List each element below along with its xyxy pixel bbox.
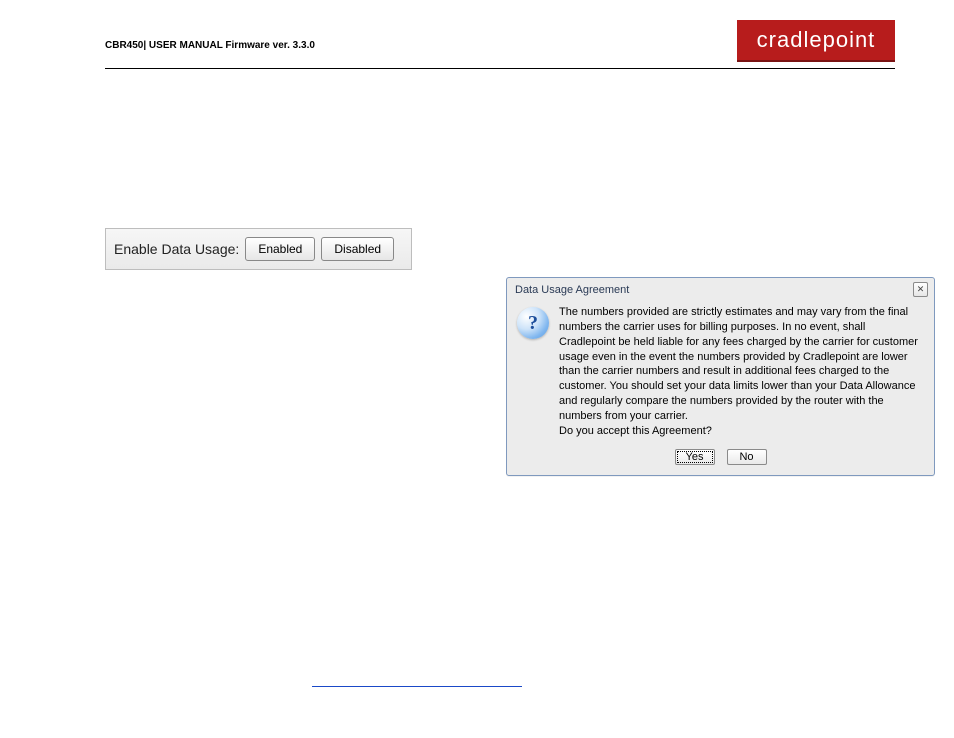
header-divider [105,68,895,69]
dialog-question: Do you accept this Agreement? [559,425,712,437]
enable-data-usage-panel: Enable Data Usage: Enabled Disabled [105,228,412,270]
breadcrumb: CBR450| USER MANUAL Firmware ver. 3.3.0 [105,40,315,51]
disabled-button[interactable]: Disabled [321,237,394,261]
enable-data-usage-label: Enable Data Usage: [114,241,239,257]
close-icon[interactable]: ✕ [913,282,928,297]
question-icon: ? [517,307,549,339]
dialog-body-text: The numbers provided are strictly estima… [559,306,918,422]
yes-button[interactable]: Yes [675,449,715,465]
no-button[interactable]: No [727,449,767,465]
enabled-button[interactable]: Enabled [245,237,315,261]
dialog-titlebar: Data Usage Agreement ✕ [507,278,934,301]
dialog-text: The numbers provided are strictly estima… [559,305,924,439]
brand-logo: cradlepoint [737,20,895,62]
data-usage-agreement-dialog: Data Usage Agreement ✕ ? The numbers pro… [506,277,935,476]
footer-link[interactable] [312,686,522,687]
dialog-title: Data Usage Agreement [515,284,629,296]
dialog-actions: Yes No [507,449,934,475]
